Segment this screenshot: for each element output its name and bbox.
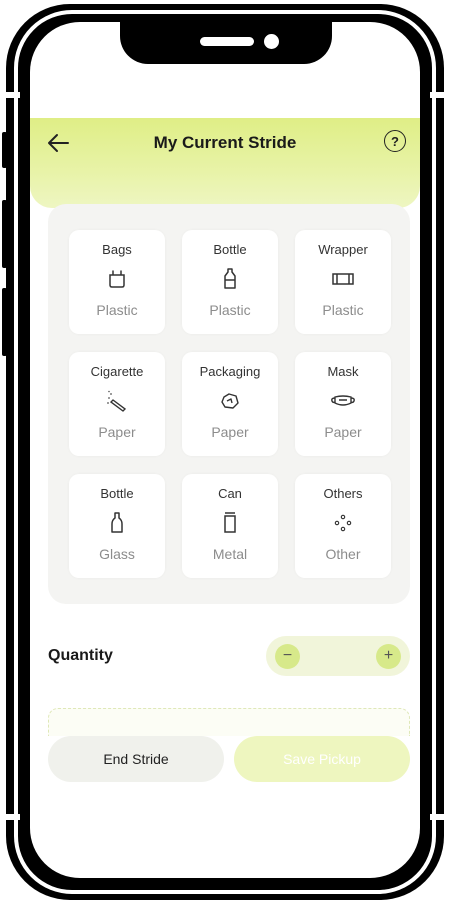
quantity-stepper: − +: [266, 636, 410, 676]
item-category: Other: [325, 546, 361, 562]
item-tile-cigarette[interactable]: Cigarette Paper: [69, 352, 165, 456]
item-tile-packaging[interactable]: Packaging Paper: [182, 352, 278, 456]
bag-icon: [103, 266, 131, 292]
wrapper-icon: [329, 266, 357, 292]
item-name: Packaging: [199, 364, 261, 379]
notch: [120, 22, 332, 64]
item-category: Plastic: [96, 302, 138, 318]
item-tile-can[interactable]: Can Metal: [182, 474, 278, 578]
item-category: Paper: [211, 424, 249, 440]
packaging-icon: [216, 388, 244, 414]
end-stride-button[interactable]: End Stride: [48, 736, 224, 782]
frame-gap-right-bottom: [430, 814, 450, 820]
item-name: Bottle: [100, 486, 134, 501]
arrow-left-icon[interactable]: [40, 126, 76, 160]
item-tile-wrapper[interactable]: Wrapper Plastic: [295, 230, 391, 334]
pickup-note-field[interactable]: [48, 708, 410, 736]
speaker-grille: [200, 37, 254, 46]
save-pickup-button[interactable]: Save Pickup: [234, 736, 410, 782]
item-grid: Bags Plastic Bottle Plastic Wrapper Plas…: [48, 204, 410, 604]
item-tile-others[interactable]: Others Other: [295, 474, 391, 578]
frame-gap-left: [0, 92, 20, 98]
mask-icon: [329, 388, 357, 414]
item-tile-bottle-plastic[interactable]: Bottle Plastic: [182, 230, 278, 334]
item-tile-bags[interactable]: Bags Plastic: [69, 230, 165, 334]
frame-gap-left-bottom: [0, 814, 20, 820]
item-category: Plastic: [209, 302, 251, 318]
item-category: Glass: [99, 546, 135, 562]
item-name: Mask: [327, 364, 359, 379]
item-category: Paper: [324, 424, 362, 440]
item-name: Wrapper: [318, 242, 368, 257]
others-icon: [329, 510, 357, 536]
item-name: Cigarette: [90, 364, 144, 379]
app-header: My Current Stride ?: [30, 118, 420, 208]
glass-bottle-icon: [103, 510, 131, 536]
phone-screen: My Current Stride ? Bags Plastic Bottle …: [30, 22, 420, 878]
decrement-button[interactable]: −: [275, 644, 300, 669]
item-name: Bottle: [213, 242, 247, 257]
frame-gap-right: [430, 92, 450, 98]
item-category: Paper: [98, 424, 136, 440]
help-icon[interactable]: ?: [384, 130, 406, 152]
increment-button[interactable]: +: [376, 644, 401, 669]
page-title: My Current Stride: [153, 133, 297, 152]
bottle-icon: [216, 266, 244, 292]
item-tile-mask[interactable]: Mask Paper: [295, 352, 391, 456]
front-camera: [264, 34, 279, 49]
item-name: Bags: [102, 242, 132, 257]
item-tile-bottle-glass[interactable]: Bottle Glass: [69, 474, 165, 578]
item-name: Others: [323, 486, 363, 501]
item-category: Metal: [212, 546, 248, 562]
cigarette-icon: [103, 388, 131, 414]
item-name: Can: [218, 486, 242, 501]
quantity-label: Quantity: [48, 647, 113, 664]
can-icon: [216, 510, 244, 536]
item-category: Plastic: [322, 302, 364, 318]
